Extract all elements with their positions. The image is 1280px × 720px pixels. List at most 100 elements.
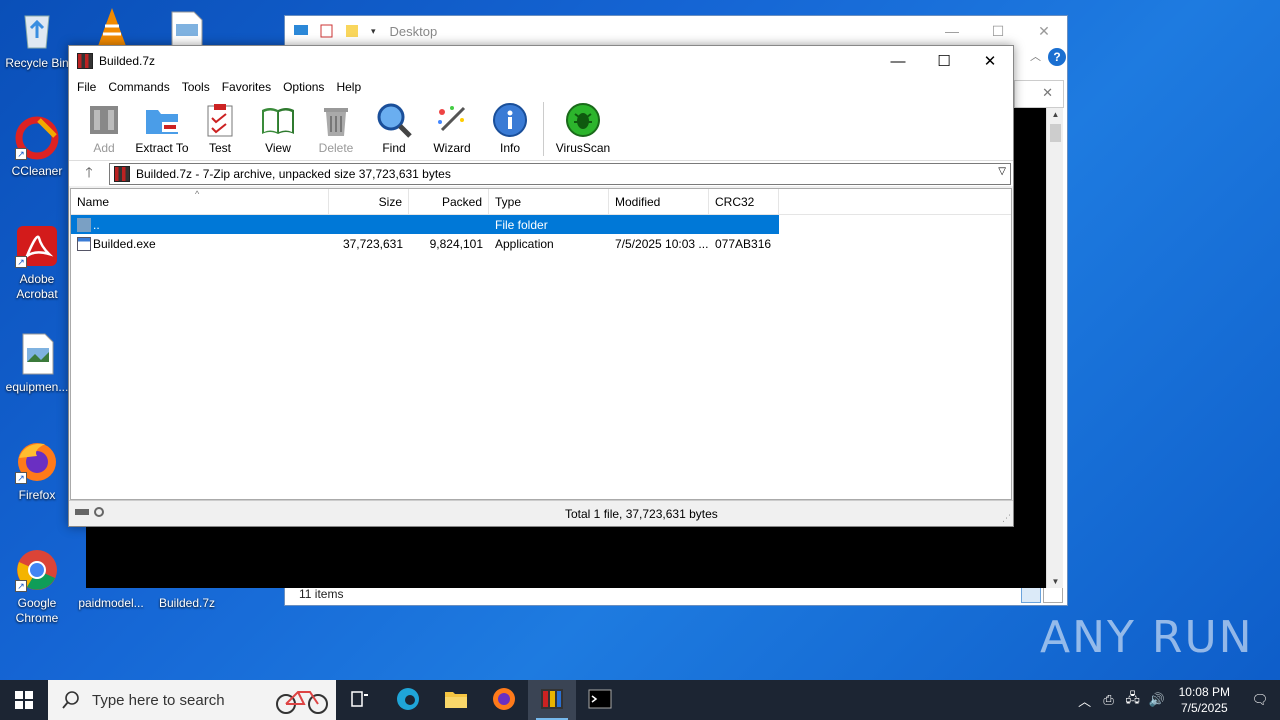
panel-close-icon[interactable]: ✕ bbox=[1042, 85, 1053, 101]
find-button[interactable]: Find bbox=[365, 102, 423, 155]
details-view-icon[interactable] bbox=[1021, 587, 1041, 603]
clock-time: 10:08 PM bbox=[1178, 685, 1230, 699]
column-crc32[interactable]: CRC32 bbox=[709, 189, 779, 215]
taskbar-file-explorer[interactable] bbox=[432, 680, 480, 720]
menu-file[interactable]: File bbox=[71, 80, 102, 94]
firefox-icon bbox=[492, 687, 516, 714]
extract-to-button[interactable]: Extract To bbox=[133, 102, 191, 155]
test-button[interactable]: Test bbox=[191, 102, 249, 155]
menu-tools[interactable]: Tools bbox=[176, 80, 216, 94]
explorer-maximize-button[interactable]: ☐ bbox=[975, 16, 1021, 46]
properties-icon[interactable] bbox=[319, 24, 335, 38]
test-label: Test bbox=[208, 141, 231, 155]
resize-grip-icon[interactable]: ⋰ bbox=[1002, 513, 1011, 524]
column-modified[interactable]: Modified bbox=[609, 189, 709, 215]
taskbar-7zip[interactable] bbox=[528, 680, 576, 720]
sort-ascending-icon: ^ bbox=[195, 188, 200, 199]
file-list[interactable]: ^ Name Size Packed Type Modified CRC32 ..… bbox=[70, 188, 1012, 500]
info-button[interactable]: Info bbox=[481, 102, 539, 155]
test-icon bbox=[202, 102, 238, 138]
inner-panel: ✕ bbox=[1014, 80, 1064, 108]
scroll-thumb[interactable] bbox=[1050, 124, 1061, 142]
volume-icon[interactable]: 🔊 bbox=[1145, 692, 1169, 708]
name-column-shade bbox=[71, 235, 329, 499]
path-dropdown-icon[interactable]: ▽ bbox=[998, 166, 1006, 177]
ribbon-collapse-icon[interactable]: ︿ bbox=[1030, 48, 1041, 64]
view-icon bbox=[260, 102, 296, 138]
extract-icon bbox=[144, 102, 180, 138]
start-button[interactable] bbox=[0, 680, 48, 720]
taskbar-firefox[interactable] bbox=[480, 680, 528, 720]
new-folder-icon[interactable] bbox=[345, 24, 361, 38]
desktop-icon-label: Firefox bbox=[18, 488, 56, 502]
7zip-minimize-button[interactable]: — bbox=[875, 46, 921, 76]
clock[interactable]: 10:08 PM 7/5/2025 bbox=[1169, 684, 1240, 716]
desktop-icon-firefox[interactable]: ↗ Firefox bbox=[0, 440, 74, 503]
wizard-label: Wizard bbox=[433, 141, 471, 155]
7zip-close-button[interactable]: ✕ bbox=[967, 46, 1013, 76]
task-view-button[interactable] bbox=[336, 680, 384, 720]
network-icon[interactable]: 🖧 bbox=[1121, 689, 1145, 711]
desktop-icon-label: CCleaner bbox=[11, 164, 63, 178]
up-folder-icon[interactable]: 🡑 bbox=[69, 162, 109, 186]
path-text: Builded.7z - 7-Zip archive, unpacked siz… bbox=[136, 166, 451, 181]
desktop-icon-recycle-bin[interactable]: Recycle Bin bbox=[0, 8, 74, 71]
info-icon bbox=[492, 102, 528, 138]
firefox-icon: ↗ bbox=[15, 440, 59, 484]
status-icons bbox=[69, 506, 565, 521]
vertical-scrollbar[interactable]: ▲ ▼ bbox=[1046, 108, 1063, 588]
scroll-up-icon[interactable]: ▲ bbox=[1047, 110, 1064, 119]
help-icon[interactable]: ? bbox=[1048, 48, 1066, 66]
7zip-window[interactable]: Builded.7z — ☐ ✕ File Commands Tools Fav… bbox=[68, 45, 1014, 527]
shortcut-arrow-icon: ↗ bbox=[15, 148, 27, 160]
desktop-icon-adobe-acrobat[interactable]: ↗ Adobe Acrobat bbox=[0, 224, 74, 302]
menu-options[interactable]: Options bbox=[277, 80, 330, 94]
show-hidden-icons-icon[interactable]: ︿ bbox=[1073, 691, 1097, 710]
desktop-icon-ccleaner[interactable]: ↗ CCleaner bbox=[0, 116, 74, 179]
add-label: Add bbox=[93, 141, 115, 155]
windows-logo-icon bbox=[15, 691, 33, 709]
taskbar-edge[interactable] bbox=[384, 680, 432, 720]
delete-button[interactable]: Delete bbox=[307, 102, 365, 155]
virusscan-icon bbox=[565, 102, 601, 138]
large-icons-view-icon[interactable] bbox=[1043, 587, 1063, 603]
usb-icon[interactable]: ⎙ bbox=[1097, 692, 1121, 708]
notifications-icon[interactable]: 🗨 bbox=[1240, 692, 1280, 708]
view-button[interactable]: View bbox=[249, 102, 307, 155]
anyrun-watermark: ANY RUN bbox=[1040, 612, 1254, 663]
desktop-icon-equipment[interactable]: equipmen... bbox=[0, 332, 74, 395]
path-field[interactable]: Builded.7z - 7-Zip archive, unpacked siz… bbox=[109, 162, 1011, 185]
menu-commands[interactable]: Commands bbox=[102, 80, 175, 94]
table-row[interactable]: Builded.exe 37,723,631 9,824,101 Applica… bbox=[71, 234, 1011, 253]
explorer-minimize-button[interactable]: — bbox=[929, 16, 975, 46]
row-type: File folder bbox=[495, 217, 548, 232]
explorer-close-button[interactable]: ✕ bbox=[1021, 16, 1067, 46]
table-row[interactable]: .. File folder bbox=[71, 215, 779, 234]
parent-folder-icon bbox=[77, 217, 91, 232]
scroll-down-icon[interactable]: ▼ bbox=[1047, 577, 1064, 586]
7zip-maximize-button[interactable]: ☐ bbox=[921, 46, 967, 76]
search-placeholder: Type here to search bbox=[92, 691, 225, 709]
desktop-icon-label: paidmodel... bbox=[78, 596, 144, 610]
adobe-acrobat-icon: ↗ bbox=[15, 224, 59, 268]
edge-icon bbox=[396, 687, 420, 714]
shortcut-arrow-icon: ↗ bbox=[15, 580, 27, 592]
monitor-icon bbox=[293, 24, 309, 38]
desktop-icon-google-chrome[interactable]: ↗ Google Chrome bbox=[0, 548, 74, 626]
taskbar-search[interactable]: Type here to search bbox=[48, 680, 336, 720]
column-size[interactable]: Size bbox=[329, 189, 409, 215]
menu-help[interactable]: Help bbox=[330, 80, 367, 94]
taskbar-console[interactable] bbox=[576, 680, 624, 720]
7zip-titlebar[interactable]: Builded.7z bbox=[69, 46, 1013, 76]
column-packed[interactable]: Packed bbox=[409, 189, 489, 215]
column-name[interactable]: ^ Name bbox=[71, 189, 329, 215]
shortcut-arrow-icon: ↗ bbox=[15, 256, 27, 268]
quick-access-dropdown-icon[interactable]: ▾ bbox=[371, 26, 376, 37]
executable-icon bbox=[77, 236, 91, 251]
desktop-icon-label: Adobe Acrobat bbox=[16, 272, 58, 301]
column-type[interactable]: Type bbox=[489, 189, 609, 215]
menu-favorites[interactable]: Favorites bbox=[216, 80, 277, 94]
virusscan-button[interactable]: VirusScan bbox=[548, 102, 618, 155]
add-button[interactable]: Add bbox=[75, 102, 133, 155]
wizard-button[interactable]: Wizard bbox=[423, 102, 481, 155]
